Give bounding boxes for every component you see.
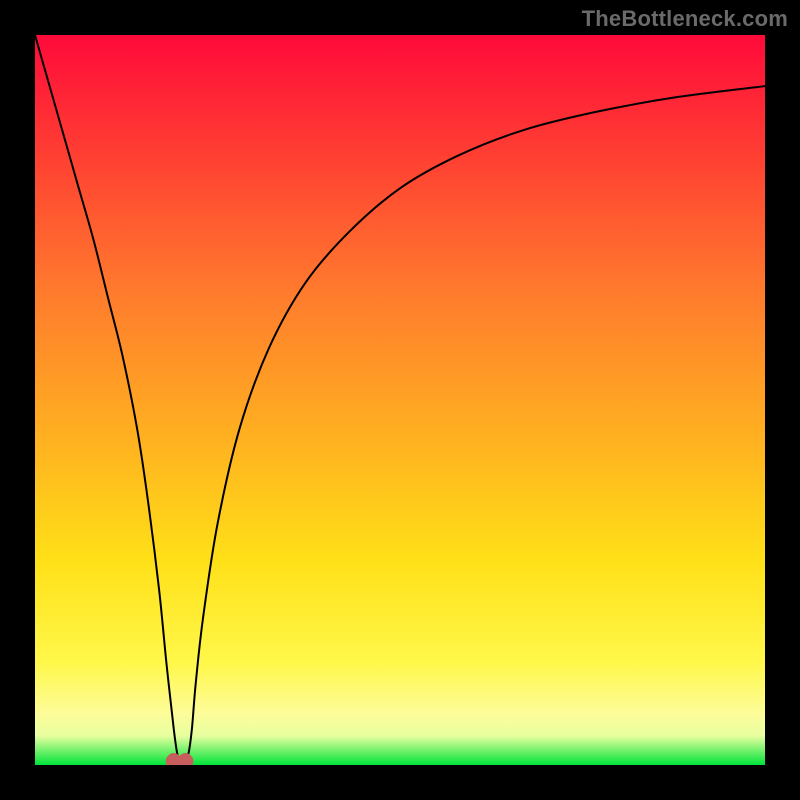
chart-frame: TheBottleneck.com xyxy=(0,0,800,800)
watermark-text: TheBottleneck.com xyxy=(582,6,788,32)
bottleneck-curve xyxy=(35,35,765,762)
bottom-marker-dot xyxy=(177,753,193,765)
plot-area xyxy=(35,35,765,765)
bottleneck-curve-path xyxy=(35,35,765,762)
curve-layer xyxy=(35,35,765,765)
bottom-marker-group xyxy=(166,753,194,765)
